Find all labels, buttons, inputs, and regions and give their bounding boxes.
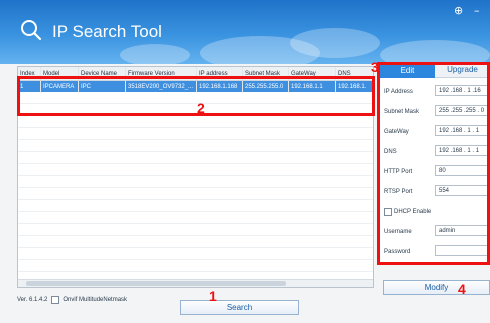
empty-row [18, 188, 373, 200]
callout-number-4: 4 [458, 281, 466, 297]
modify-button[interactable]: Modify [383, 280, 490, 295]
empty-row [18, 152, 373, 164]
footer-bar: Ver. 6.1.4.2 Onvif MultitudeNetmask [17, 296, 127, 304]
empty-row [18, 248, 373, 260]
header-cloud [120, 44, 190, 64]
search-button[interactable]: Search [180, 300, 299, 315]
empty-row [18, 212, 373, 224]
empty-row [18, 200, 373, 212]
callout-number-2: 2 [197, 100, 205, 116]
empty-row [18, 176, 373, 188]
onvif-checkbox[interactable] [51, 296, 60, 304]
empty-row [18, 140, 373, 152]
empty-row [18, 116, 373, 128]
empty-row [18, 260, 373, 272]
header-cloud [380, 40, 490, 64]
scrollbar-thumb[interactable] [26, 281, 286, 286]
settings-icon[interactable]: ⊕ [454, 4, 463, 17]
onvif-label: Onvif MultitudeNetmask [63, 297, 128, 303]
minimize-button[interactable]: – [474, 4, 480, 17]
version-label: Ver. 6.1.4.2 [17, 297, 48, 303]
header-cloud [290, 28, 380, 58]
search-logo-icon [21, 20, 42, 41]
empty-row [18, 224, 373, 236]
horizontal-scrollbar[interactable] [18, 279, 373, 287]
empty-row [18, 164, 373, 176]
empty-row [18, 128, 373, 140]
callout-box-3 [377, 62, 490, 265]
callout-number-3: 3 [371, 59, 379, 75]
empty-row [18, 236, 373, 248]
app-header: IP Search Tool ⊕ – [0, 0, 490, 64]
callout-box-2 [17, 76, 375, 116]
callout-number-1: 1 [209, 288, 217, 304]
app-title: IP Search Tool [52, 22, 162, 41]
